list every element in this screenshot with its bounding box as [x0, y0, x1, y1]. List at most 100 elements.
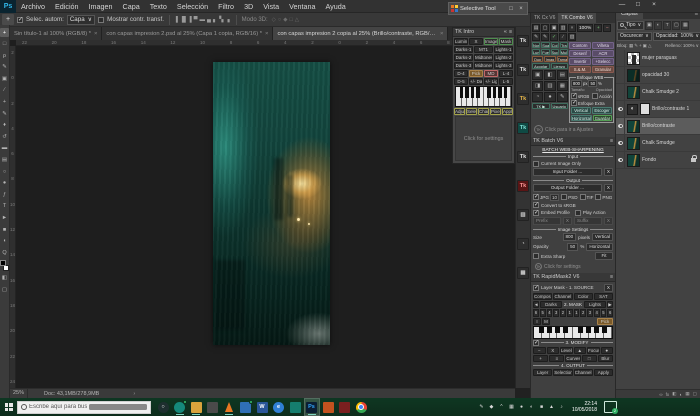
embed-profile-checkbox[interactable] — [533, 210, 539, 216]
nav-tk[interactable]: TK ▶ — [532, 103, 550, 109]
new-file-icon[interactable]: ▢ — [541, 24, 549, 32]
tk-button-mask[interactable]: Mask — [499, 38, 513, 45]
dodge-icon[interactable]: ◔ — [532, 92, 543, 102]
piano-black-key[interactable] — [498, 87, 501, 98]
zone-1[interactable]: 1 — [574, 309, 580, 317]
combo-settings-area[interactable]: TK Click para ir a Ajustes — [532, 123, 614, 136]
selective-tool-close-button[interactable]: × — [517, 6, 525, 12]
extra-sharp-checkbox[interactable] — [533, 253, 539, 259]
document-tab[interactable]: Sin título-1 al 100% (RGB/8) *× — [10, 27, 102, 40]
rectangular-marquee-tool[interactable]: □ — [0, 40, 9, 49]
piano-black-key[interactable] — [602, 327, 607, 333]
fx-s-m[interactable]: S.&.M. — [569, 66, 591, 73]
util-tamano[interactable]: Tamaño — [557, 56, 568, 62]
zone-5[interactable]: 5 — [601, 309, 607, 317]
tk-rapidmask-title-bar[interactable]: TK RapidMask2 V6 ≡ — [531, 273, 615, 282]
vlc-icon[interactable] — [222, 399, 236, 415]
modify-blur[interactable]: Blur — [598, 355, 613, 362]
tk-button-lights-2[interactable]: Lights-2 — [494, 54, 513, 61]
blur-tool[interactable]: ○ — [0, 167, 9, 176]
fit-button[interactable]: Fit — [595, 252, 613, 260]
menu-ventana[interactable]: Ventana — [284, 0, 320, 13]
fx-invertir[interactable]: Invertir — [569, 58, 591, 65]
tk-button-darks[interactable]: +/- Darks — [469, 78, 483, 85]
file-explorer-icon[interactable] — [189, 399, 203, 415]
document-tab[interactable]: con capas impresion 2 copia al 25% (Bril… — [273, 27, 448, 40]
layer-row[interactable]: opacidad 30 — [616, 67, 700, 84]
zone-2[interactable]: 2 — [560, 309, 566, 317]
layer-style-icon[interactable]: fx — [666, 392, 670, 397]
zoom-out-button[interactable]: − — [603, 24, 611, 32]
output-folder-clear-button[interactable]: X — [604, 184, 613, 192]
menu-archivo[interactable]: Archivo — [16, 0, 50, 13]
shape-tool[interactable]: ■ — [0, 225, 9, 234]
tk-button-lights[interactable]: +/- Lights — [484, 78, 498, 85]
zone-6[interactable]: 6 — [607, 309, 613, 317]
visibility-toggle[interactable] — [617, 101, 625, 117]
util-acoplar[interactable]: Acoplar — [532, 63, 550, 69]
open-folder-icon[interactable]: ▤ — [532, 24, 540, 32]
modify-item[interactable]: + — [533, 355, 548, 362]
tk-button-midtones-2[interactable]: Midtones-2 — [474, 54, 493, 61]
tk-button-d-5[interactable]: D-5 — [454, 78, 468, 85]
piano-black-key[interactable] — [471, 87, 474, 98]
tk-red-panel-icon[interactable]: Tk — [517, 180, 529, 192]
canvas-area[interactable]: 222018161412108642024681012 202468101214… — [10, 40, 515, 388]
source-clear-button[interactable]: X — [604, 284, 613, 292]
piano-black-key[interactable] — [460, 87, 463, 98]
commit-icon[interactable]: ✓ — [550, 33, 558, 41]
piano-black-key[interactable] — [555, 327, 560, 333]
save-icon[interactable]: ▣ — [550, 24, 558, 32]
library-panel-icon[interactable]: ▥ — [517, 209, 529, 221]
stamp-icon[interactable]: ▥ — [544, 81, 555, 91]
pencil-icon[interactable]: ✎ — [541, 33, 549, 41]
zoom-level-field[interactable]: 25% — [10, 389, 28, 398]
fx-acr[interactable]: ACR — [592, 50, 614, 57]
web-amount-field[interactable]: 50 — [588, 80, 597, 87]
tk-button-darks-1[interactable]: Darks-1 — [454, 46, 473, 53]
opacity-dropdown[interactable]: Opacidad:100%∨ — [653, 32, 700, 41]
layer-thumbnail[interactable] — [627, 120, 640, 133]
zone-2[interactable]: 2 — [580, 309, 586, 317]
path-selection-tool[interactable]: ► — [0, 214, 9, 223]
modify-checkbox[interactable] — [533, 340, 539, 346]
modify-item[interactable]: □ — [582, 355, 597, 362]
defender-tray-icon[interactable]: ◐ — [528, 404, 535, 410]
rapidmask-panel-menu-icon[interactable]: ≡ — [610, 274, 613, 280]
layer-mask-checkbox[interactable] — [533, 285, 539, 291]
util-imag[interactable]: Imag — [544, 56, 555, 62]
piano-black-key[interactable] — [539, 327, 544, 333]
volume-tray-icon[interactable]: ♪ — [558, 404, 565, 410]
tk-button-l-5[interactable]: L-5 — [499, 78, 513, 85]
fx-selecc[interactable]: +Selecc — [592, 58, 614, 65]
burn-icon[interactable]: ● — [544, 92, 555, 102]
filter-type-layers-icon[interactable]: T — [663, 21, 671, 30]
cortana-icon[interactable]: ○ — [156, 399, 170, 415]
blend-fuerte[interactable]: Fuerte — [541, 49, 549, 55]
zoom-tool[interactable]: Q — [0, 248, 9, 257]
align-middle-icon[interactable]: ▬ — [199, 17, 207, 23]
document-tab[interactable]: con capas impresion 2.psd al 25% (Capa 1… — [102, 27, 273, 40]
filter-smart-object-icon[interactable]: ▦ — [681, 21, 689, 30]
layer-row[interactable]: ◐Brillo/contraste 1 — [616, 101, 700, 118]
output-selection[interactable]: Selection — [553, 369, 572, 376]
fx-desenf[interactable]: Desenf — [569, 50, 591, 57]
pick-button[interactable]: Pick — [597, 318, 613, 325]
input-folder-clear-button[interactable]: X — [604, 168, 613, 176]
tk-button-image[interactable]: Image — [484, 38, 498, 45]
menu-filtro[interactable]: Filtro — [213, 0, 239, 13]
layer-row[interactable]: mujer paraguas — [616, 50, 700, 67]
size-field[interactable]: 800 — [563, 233, 577, 241]
tk-button-lights-1[interactable]: Lights-1 — [494, 46, 513, 53]
foreground-color-swatch[interactable] — [0, 260, 6, 266]
microphone-icon[interactable] — [89, 404, 147, 410]
visibility-toggle[interactable] — [617, 50, 625, 66]
dock-tab-tk-combo-v6[interactable]: TK Combo V6 — [558, 13, 595, 23]
zone-6[interactable]: 6 — [533, 309, 539, 317]
horizontal-button[interactable]: Horizontal — [586, 243, 613, 251]
minimize-button[interactable]: — — [616, 1, 628, 8]
document-canvas-painting[interactable] — [213, 62, 330, 345]
blend-tra[interactable]: Tra — [560, 42, 568, 48]
tk-action-adjust[interactable]: Adjust — [454, 108, 465, 115]
tk-button-pick[interactable]: Pick — [469, 70, 483, 77]
